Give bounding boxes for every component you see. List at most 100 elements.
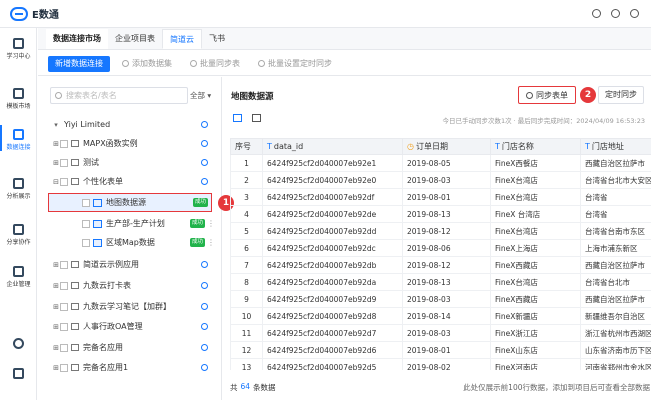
user-avatar[interactable] [630, 9, 639, 18]
nav-enterprise[interactable]: 企业管理 [0, 266, 37, 288]
tree-checkbox[interactable] [60, 302, 68, 311]
more-icon[interactable]: ⋮ [207, 238, 215, 247]
expand-icon[interactable]: ⊞ [52, 140, 60, 148]
table-cell: 9 [230, 290, 263, 308]
tree-root[interactable]: ▾ Yiyi Limited [38, 115, 222, 134]
column-header[interactable]: T 门店名称 [490, 138, 581, 155]
nav-analysis[interactable]: 分析展示 [0, 178, 37, 200]
tree-checkbox[interactable] [60, 322, 68, 331]
tree-checkbox[interactable] [60, 343, 68, 352]
column-header[interactable]: Tdata_id [262, 138, 403, 155]
batch-sync-button[interactable]: 批量同步表 [184, 56, 246, 72]
table-row[interactable]: 12 6424f925cf2d040007eb92d6 2019-08-01 Fine… [230, 341, 651, 359]
tree-checkbox[interactable] [60, 281, 68, 290]
sync-form-button[interactable]: 同步表单 [518, 86, 576, 104]
expand-icon[interactable]: ⊞ [52, 303, 60, 311]
expand-icon[interactable]: ⊞ [52, 364, 60, 372]
tab-bar: 数据连接市场 企业项目表 简道云 飞书 [38, 28, 651, 50]
tab-jiandaoyun[interactable]: 简道云 [162, 29, 202, 49]
table-row[interactable]: 1 6424f925cf2d040007eb92e1 2019-08-05 FineX… [230, 154, 651, 172]
nav-share[interactable]: 分享协作 [0, 224, 37, 246]
table-view-icon[interactable] [252, 114, 261, 122]
table-row[interactable]: 11 6424f925cf2d040007eb92d7 2019-08-03 Fine… [230, 324, 651, 342]
nav-learning-center[interactable]: 学习中心 [0, 38, 37, 60]
tree-filter-dropdown[interactable]: 全部 ▾ [190, 90, 211, 101]
tab-enterprise-tables[interactable]: 企业项目表 [108, 29, 162, 49]
app-logo[interactable]: E数通 [10, 6, 59, 21]
notification-icon[interactable] [611, 9, 620, 18]
user-icon[interactable] [201, 364, 208, 371]
tree-item[interactable]: ⊞ 完备名应用1 [38, 358, 222, 377]
batch-schedule-button[interactable]: 批量设置定时同步 [252, 56, 338, 72]
tree-item[interactable]: ⊞ 人事行政OA管理 [38, 317, 222, 336]
table-cell: 2019-08-03 [402, 324, 491, 342]
user-icon[interactable] [201, 140, 208, 147]
add-dataset-button[interactable]: 添加数据集 [116, 56, 178, 72]
expand-icon[interactable]: ⊞ [52, 323, 60, 331]
add-connection-button[interactable]: 新增数据连接 [48, 55, 110, 72]
tree-item[interactable]: 区域Map数据 成功 ⋮ [38, 233, 222, 252]
table-cell: FineX浙江店 [490, 324, 581, 342]
help-center-icon[interactable] [0, 338, 37, 351]
collapse-icon[interactable]: ⊟ [52, 178, 60, 186]
tree-checkbox[interactable] [60, 158, 68, 167]
tree-checkbox[interactable] [60, 177, 68, 186]
tree-item-selected[interactable]: 地图数据源 成功 [48, 193, 212, 212]
table-row[interactable]: 7 6424f925cf2d040007eb92db 2019-08-12 FineX… [230, 256, 651, 274]
tree-item[interactable]: ⊞ 测试 [38, 153, 222, 172]
help-icon[interactable] [592, 9, 601, 18]
expand-icon[interactable]: ⊞ [52, 282, 60, 290]
expand-icon[interactable]: ⊞ [52, 261, 60, 269]
tab-feishu[interactable]: 飞书 [202, 29, 232, 49]
left-nav: 学习中心 模板市场 数据连接 分析展示 分享协作 企业管理 [0, 28, 37, 400]
table-row[interactable]: 3 6424f925cf2d040007eb92df 2019-08-01 FineX… [230, 188, 651, 206]
table-cell: 2019-08-03 [402, 290, 491, 308]
tree-item[interactable]: ⊞ MAPX函数实例 [38, 134, 222, 153]
table-row[interactable]: 2 6424f925cf2d040007eb92e0 2019-08-03 FineX… [230, 171, 651, 189]
column-header[interactable]: 序号 [230, 138, 263, 155]
data-grid[interactable]: 序号 Tdata_id ◷ 订单日期 T 门店名称 T 门店地址 1 6424f925c… [230, 138, 651, 370]
table-cell: 6424f925cf2d040007eb92da [262, 273, 403, 291]
tree-search-input[interactable]: 搜索表名/表名 [50, 87, 188, 104]
table-row[interactable]: 8 6424f925cf2d040007eb92da 2019-08-13 FineX… [230, 273, 651, 291]
tree-checkbox[interactable] [60, 260, 68, 269]
user-icon[interactable] [201, 344, 208, 351]
tree-item[interactable]: ⊟ 个性化表单 [38, 172, 222, 191]
tree-item[interactable]: ⊞ 九数云打卡表 [38, 276, 222, 295]
list-view-icon[interactable] [233, 114, 242, 122]
question-icon [13, 338, 24, 349]
table-row[interactable]: 13 6424f925cf2d040007eb92d5 2019-08-02 Fine… [230, 358, 651, 370]
user-icon[interactable] [201, 178, 208, 185]
user-icon[interactable] [201, 282, 208, 289]
tree-item[interactable]: 生产部-生产计划 成功 ⋮ [38, 214, 222, 233]
column-header[interactable]: ◷ 订单日期 [402, 138, 491, 155]
tree-item[interactable]: ⊞ 简道云示例应用 [38, 255, 222, 274]
user-icon[interactable] [201, 323, 208, 330]
building-icon[interactable] [0, 368, 37, 381]
tree-checkbox[interactable] [82, 238, 90, 247]
table-row[interactable]: 5 6424f925cf2d040007eb92dd 2019-08-12 FineX… [230, 222, 651, 240]
user-icon[interactable] [201, 261, 208, 268]
tab-data-market[interactable]: 数据连接市场 [46, 29, 108, 49]
column-header[interactable]: T 门店地址 [580, 138, 651, 155]
nav-data-connection[interactable]: 数据连接 [0, 125, 37, 151]
user-icon[interactable] [201, 303, 208, 310]
table-row[interactable]: 6 6424f925cf2d040007eb92dc 2019-08-06 FineX… [230, 239, 651, 257]
tree-item[interactable]: ⊞ 完备名应用 [38, 338, 222, 357]
tree-item[interactable]: ⊞ 九数云学习笔记【加群】 [38, 297, 222, 316]
schedule-sync-button[interactable]: 定时同步 [598, 86, 644, 104]
table-row[interactable]: 10 6424f925cf2d040007eb92d8 2019-08-14 Fine… [230, 307, 651, 325]
table-row[interactable]: 4 6424f925cf2d040007eb92de 2019-08-13 FineX… [230, 205, 651, 223]
more-icon[interactable]: ⋮ [207, 219, 215, 228]
tree-checkbox[interactable] [82, 198, 90, 207]
user-icon[interactable] [201, 159, 208, 166]
table-row[interactable]: 9 6424f925cf2d040007eb92d9 2019-08-03 FineX… [230, 290, 651, 308]
expand-icon[interactable]: ⊞ [52, 344, 60, 352]
collapse-icon[interactable]: ▾ [52, 121, 60, 129]
tree-checkbox[interactable] [60, 139, 68, 148]
nav-template-market[interactable]: 模板市场 [0, 88, 37, 110]
expand-icon[interactable]: ⊞ [52, 159, 60, 167]
tree-checkbox[interactable] [82, 219, 90, 228]
tree-checkbox[interactable] [60, 363, 68, 372]
user-icon[interactable] [201, 121, 208, 128]
